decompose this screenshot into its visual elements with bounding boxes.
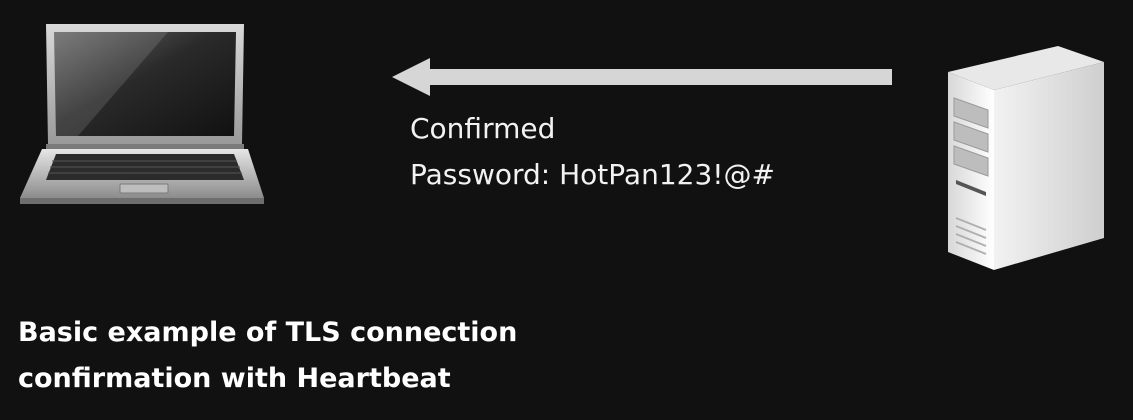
response-line-confirmed: Confirmed — [410, 112, 556, 145]
diagram-caption: Basic example of TLS connection confirma… — [18, 310, 517, 402]
response-line-password: Password: HotPan123!@# — [410, 158, 775, 191]
caption-line-1: Basic example of TLS connection — [18, 317, 518, 348]
laptop-icon — [18, 20, 266, 210]
server-icon — [928, 42, 1112, 274]
caption-line-2: confirmation with Heartbeat — [18, 363, 451, 394]
response-text: Confirmed Password: HotPan123!@# — [410, 106, 775, 198]
arrow-left-icon — [392, 56, 894, 98]
